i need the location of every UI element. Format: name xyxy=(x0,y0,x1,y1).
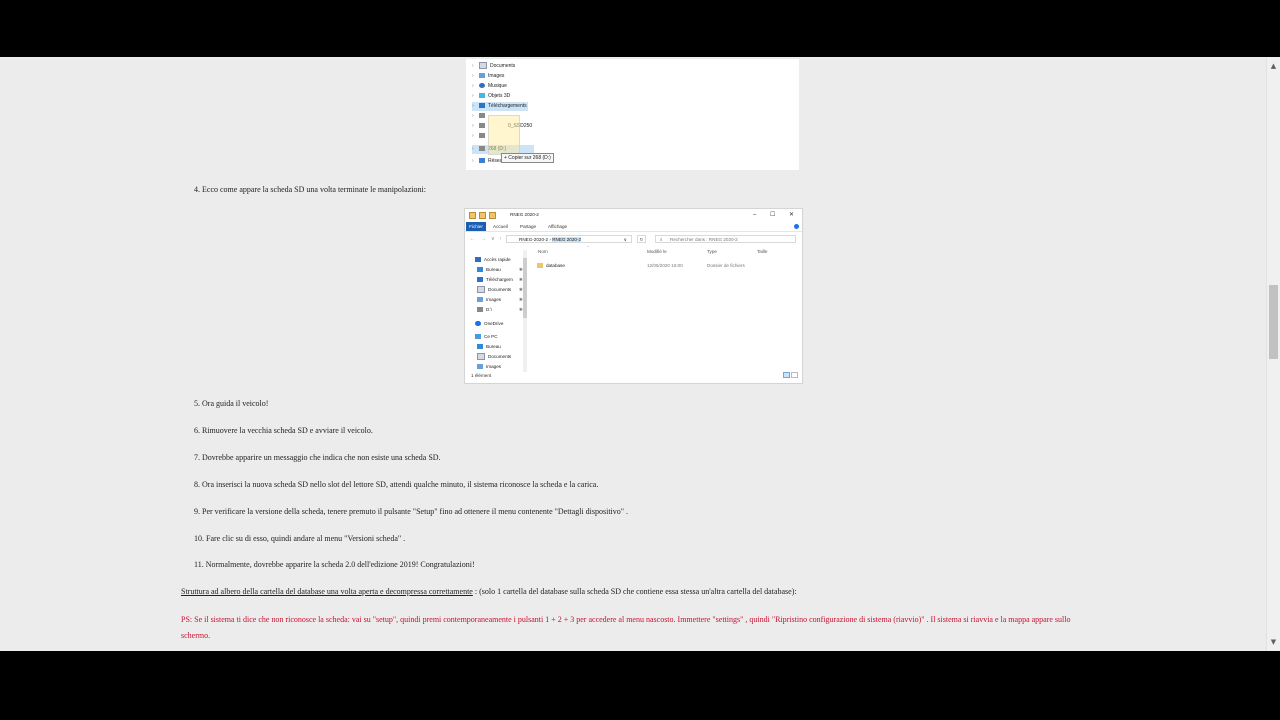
document-icon xyxy=(477,353,485,361)
nav-item-pc-bureau: Bureau xyxy=(477,342,501,351)
tree-item-drive-1: › xyxy=(472,112,488,121)
step-4-text: 4. Ecco come appare la scheda SD una vol… xyxy=(194,185,426,194)
scroll-down-icon[interactable]: ▼ xyxy=(1267,635,1280,649)
folder-icon xyxy=(479,212,486,219)
images-icon xyxy=(479,73,485,79)
forward-arrow-icon: → xyxy=(481,236,486,242)
sd-card-icon xyxy=(479,146,485,152)
close-icon: ✕ xyxy=(789,212,795,218)
structure-paragraph: Struttura ad albero della cartella del d… xyxy=(181,587,797,596)
step-8-text: 8. Ora inserisci la nuova scheda SD nell… xyxy=(194,480,599,489)
drive-icon xyxy=(479,133,485,139)
nav-pane-scrollbar xyxy=(523,250,527,372)
explorer-tree-screenshot: › Documents › Images › Musique › Objets 3D ›… xyxy=(466,59,799,170)
nav-item-quick-access: Accès rapide xyxy=(475,255,511,264)
chevron-down-icon: ∨ xyxy=(623,237,627,242)
step-10-text: 10. Fare clic su di esso, quindi andare … xyxy=(194,534,406,543)
refresh-icon: ↻ xyxy=(637,235,646,243)
search-box: ⌕ Rechercher dans : RNEG 2020-2 xyxy=(655,235,796,243)
ribbon-tabs: Fichier Accueil Partage Affichage xyxy=(465,222,802,232)
nav-item-downloads: Téléchargem ✱ xyxy=(477,275,523,284)
folder-icon xyxy=(537,263,543,269)
tab-fichier: Fichier xyxy=(466,222,486,231)
pc-icon xyxy=(475,334,481,340)
document-icon xyxy=(479,62,487,70)
column-header-size: Taille xyxy=(757,249,768,254)
nav-item-bureau: Bureau ✱ xyxy=(477,265,523,274)
structure-link[interactable]: Struttura ad albero della cartella del d… xyxy=(181,587,473,596)
tree-item-downloads: › Téléchargements xyxy=(472,102,528,111)
step-6-text: 6. Rimuovere la vecchia scheda SD e avvi… xyxy=(194,426,373,435)
column-header-type: Type xyxy=(707,249,717,254)
page-scrollbar[interactable]: ▲ ▼ xyxy=(1266,57,1280,651)
window-titlebar: RNEG 2020-2 – ☐ ✕ xyxy=(465,209,802,221)
large-icons-view-icon xyxy=(791,372,798,378)
recent-dropdown-icon: ∨ xyxy=(491,236,495,242)
nav-item-drive-d: D:\ ✱ xyxy=(477,305,523,314)
tree-item-documents: › Documents xyxy=(472,62,516,70)
download-icon xyxy=(477,277,483,283)
column-header-modified: Modifié le xyxy=(647,249,667,254)
view-toggle xyxy=(782,372,798,379)
nav-item-pc-documents: Documents xyxy=(477,352,511,361)
details-view-icon xyxy=(783,372,790,378)
music-icon xyxy=(479,83,485,89)
back-arrow-icon: ← xyxy=(470,236,475,242)
column-header-name: Nom xyxy=(538,249,548,254)
desktop-icon xyxy=(477,344,483,350)
tab-partage: Partage xyxy=(520,224,537,229)
nav-item-images: Images ✱ xyxy=(477,295,523,304)
navigation-pane: Accès rapide Bureau ✱ Téléchargem ✱ Docume… xyxy=(465,255,527,375)
file-row-database: database 12/05/2020 16:00 Dossier de fic… xyxy=(537,261,787,270)
step-5-text: 5. Ora guida il veicolo! xyxy=(194,399,269,408)
star-icon xyxy=(475,257,481,263)
nav-item-onedrive: OneDrive xyxy=(475,319,503,328)
network-icon xyxy=(479,158,485,164)
drag-ghost-folder xyxy=(488,115,520,155)
copy-drop-tooltip: + Copier sur 268 (D:) xyxy=(501,153,554,163)
step-9-text: 9. Per verificare la versione della sche… xyxy=(194,507,629,516)
drive-icon xyxy=(479,113,485,119)
nav-item-pc-images: Images xyxy=(477,362,501,371)
drive-icon xyxy=(477,307,483,313)
desktop-icon xyxy=(477,267,483,273)
ps-note: PS: Se il sistema ti dice che non ricono… xyxy=(181,615,1071,640)
address-row: ← → ∨ ↑ RNEG-2020-2 › RNEG 2020-2 ∨ ↻ ⌕ … xyxy=(465,233,802,245)
window-title: RNEG 2020-2 xyxy=(510,212,539,217)
document-icon xyxy=(477,286,485,294)
page-content: › Documents › Images › Musique › Objets 3D ›… xyxy=(0,57,1266,651)
step-7-text: 7. Dovrebbe apparire un messaggio che in… xyxy=(194,453,441,462)
step-11-text: 11. Normalmente, dovrebbe apparire la sc… xyxy=(194,560,475,569)
folder-icon xyxy=(489,212,496,219)
drive-icon xyxy=(479,123,485,129)
folder-icon xyxy=(469,212,476,219)
tab-accueil: Accueil xyxy=(493,224,508,229)
sort-arrow-icon: ^ xyxy=(587,244,589,249)
tree-item-music: › Musique xyxy=(472,83,507,89)
nav-item-this-pc: Ce PC xyxy=(475,332,498,341)
images-icon xyxy=(477,364,483,370)
search-icon: ⌕ xyxy=(660,237,663,242)
tree-item-objects-3d: › Objets 3D xyxy=(472,93,511,99)
tree-item-images: › Images xyxy=(472,73,505,79)
nav-item-documents: Documents ✱ xyxy=(477,285,523,294)
up-arrow-icon: ↑ xyxy=(499,236,502,242)
minimize-icon: – xyxy=(753,212,757,218)
help-icon xyxy=(794,224,799,229)
maximize-icon: ☐ xyxy=(770,212,776,218)
tree-item-drive-2: › xyxy=(472,132,488,141)
status-bar-count: 1 élément xyxy=(471,373,492,378)
images-icon xyxy=(477,297,483,303)
objects-3d-icon xyxy=(479,93,485,99)
scrollbar-thumb[interactable] xyxy=(1269,285,1278,359)
download-icon xyxy=(479,103,485,109)
scroll-up-icon[interactable]: ▲ xyxy=(1267,59,1280,73)
explorer-window-screenshot: RNEG 2020-2 – ☐ ✕ Fichier Accueil Partag… xyxy=(464,208,803,384)
cloud-icon xyxy=(475,321,481,327)
tab-affichage: Affichage xyxy=(548,224,568,229)
address-bar: RNEG-2020-2 › RNEG 2020-2 ∨ xyxy=(506,235,632,243)
